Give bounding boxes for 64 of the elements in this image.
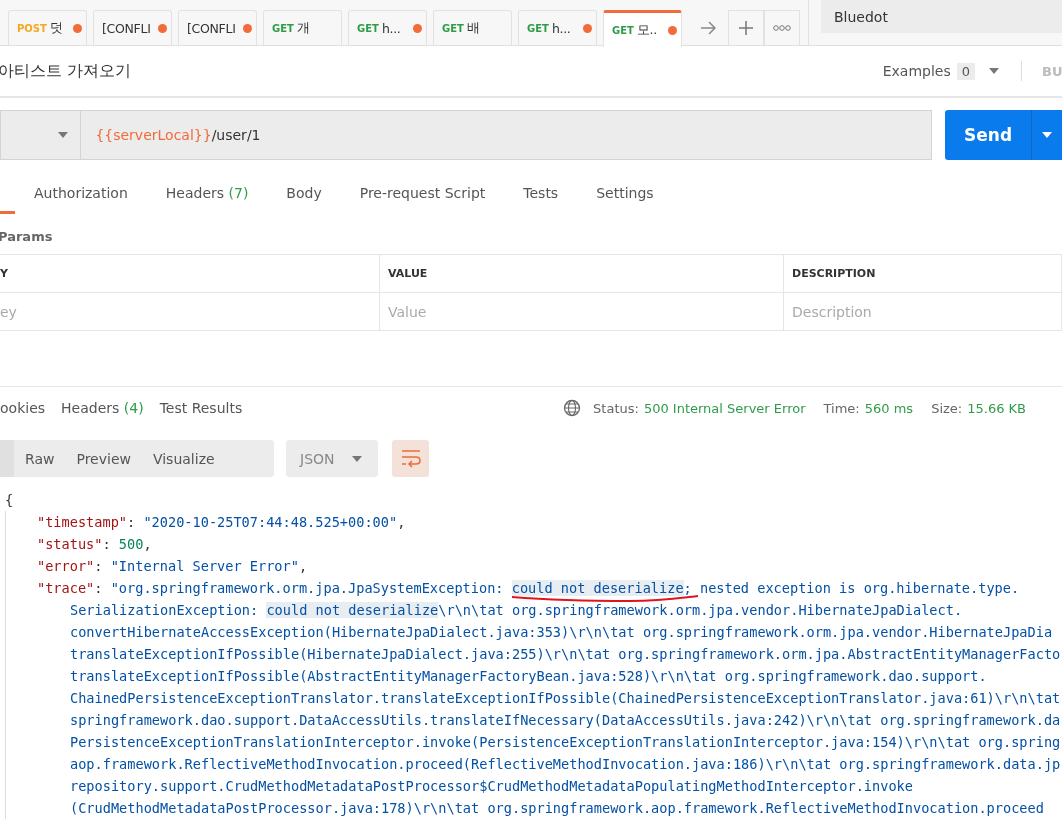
wrap-icon	[400, 449, 421, 468]
request-tab[interactable]: GET 모..	[603, 10, 682, 47]
response-tab[interactable]: Test Results	[159, 387, 251, 429]
time-label: Time:	[823, 400, 860, 416]
send-options-button[interactable]	[1031, 110, 1062, 160]
code-line: aop.framework.ReflectiveMethodInvocation.proceed(ReflectiveMethodInvocation.java:186)\r\n\tat org.springframework.data.jp	[69, 755, 1062, 774]
environment-selector[interactable]: Bluedot	[821, 0, 1062, 33]
view-mode-tab[interactable]: Raw	[14, 440, 66, 477]
wrap-lines-button[interactable]	[392, 440, 429, 477]
code-line: (CrudMethodMetadataPostProcessor.java:178)\r\n\tat org.springframework.aop.framework.ReflectiveMethodInvocation.proceed	[69, 799, 1045, 818]
column-header: Y	[0, 255, 380, 293]
code-line: "trace": "org.springframework.orm.jpa.JpaSystemException: could not deserialize; nested exception is org.hibernate.type.	[0, 577, 1062, 599]
request-tab[interactable]: [CONFLI	[93, 10, 172, 45]
url-field[interactable]: {{serverLocal}}/user/1	[80, 110, 932, 160]
code-line: PersistenceExceptionTranslationInterceptor.invoke(PersistenceExceptionTranslationInterceptor.java:154)\r\n\tat org.spring	[69, 733, 1062, 752]
plus-icon	[738, 20, 754, 36]
caret-icon	[1042, 132, 1053, 138]
more-button[interactable]	[764, 10, 800, 45]
request-section-tab[interactable]: Authorization	[15, 174, 147, 214]
globe-icon	[563, 399, 582, 417]
request-section-tab[interactable]: Body	[267, 174, 341, 214]
code-line: springframework.dao.support.DataAccessUtils.translateIfNecessary(DataAccessUtils.java:242)\r\n\tat org.springframework.da	[69, 711, 1062, 730]
code-line: translateExceptionIfPossible(HibernateJpaDialect.java:255)\r\n\tat org.springframework.orm.jpa.AbstractEntityManagerFacto	[69, 645, 1062, 664]
view-mode-tab[interactable]: Visualize	[141, 440, 226, 477]
request-section-tab[interactable]: Pre-request Script	[340, 174, 505, 214]
caret-icon	[352, 455, 362, 462]
code-line: translateExceptionIfPossible(AbstractEntityManagerFactoryBean.java:528)\r\n\tat org.springframework.dao.support.	[69, 667, 988, 686]
status-value: 500 Internal Server Error	[643, 400, 806, 416]
caret-icon	[58, 132, 69, 138]
request-tab[interactable]: GET 배	[433, 10, 512, 45]
request-tab[interactable]: GET h...	[348, 10, 427, 45]
code-line: SerializationException: could not deserialize\r\n\tat org.springframework.orm.jpa.vendor.HibernateJpaDialect.	[69, 601, 964, 620]
column-header: DESCRIPTION	[784, 255, 1062, 293]
view-mode-tab[interactable]: Preview	[65, 440, 142, 477]
request-section-tab[interactable]: Settings	[577, 174, 673, 214]
request-tab[interactable]: GET h...	[518, 10, 597, 45]
new-tab-button[interactable]	[728, 10, 764, 45]
request-tab[interactable]: POST 덧	[8, 10, 87, 45]
response-tab[interactable]: Headers (4)	[61, 387, 152, 429]
caret-icon	[989, 68, 999, 74]
more-icon	[773, 24, 791, 32]
code-line: "error": "Internal Server Error",	[36, 557, 309, 576]
code-line: {	[4, 491, 15, 510]
request-section-tab[interactable]: Tests	[504, 174, 578, 214]
code-line: "status": 500,	[36, 535, 153, 554]
request-tab[interactable]: [CONFLI	[178, 10, 257, 45]
request-section-tab[interactable]: Headers (7)	[146, 174, 268, 214]
code-line: "timestamp": "2020-10-25T07:44:48.525+00:00",	[36, 513, 407, 532]
send-button[interactable]: Send	[944, 110, 1032, 160]
code-line: ChainedPersistenceExceptionTranslator.translateExceptionIfPossible(ChainedPersistenceExceptionTranslator.java:61)\r\n\tat	[69, 689, 1062, 708]
request-tab[interactable]: GET 개	[263, 10, 342, 45]
time-value: 560 ms	[864, 400, 914, 416]
size-label: Size:	[931, 400, 963, 416]
code-line: convertHibernateAccessException(HibernateJpaDialect.java:353)\r\n\tat org.springframework.orm.jpa.vendor.HibernateJpaDia	[69, 623, 1054, 642]
status-label: Status:	[593, 400, 639, 416]
examples-label[interactable]: Examples	[882, 63, 951, 79]
examples-count: 0	[956, 62, 975, 80]
size-value: 15.66 KB	[967, 400, 1026, 416]
code-line: repository.support.CrudMethodMetadataPostProcessor$CrudMethodMetadataPopulatingMethodInterceptor.invoke	[69, 777, 914, 796]
request-name: 아티스트 가져오기	[0, 60, 133, 82]
response-tab[interactable]: ookies	[0, 387, 54, 429]
column-header: VALUE	[380, 255, 784, 293]
section-title: Params	[0, 229, 54, 246]
method-dropdown[interactable]	[0, 110, 81, 160]
